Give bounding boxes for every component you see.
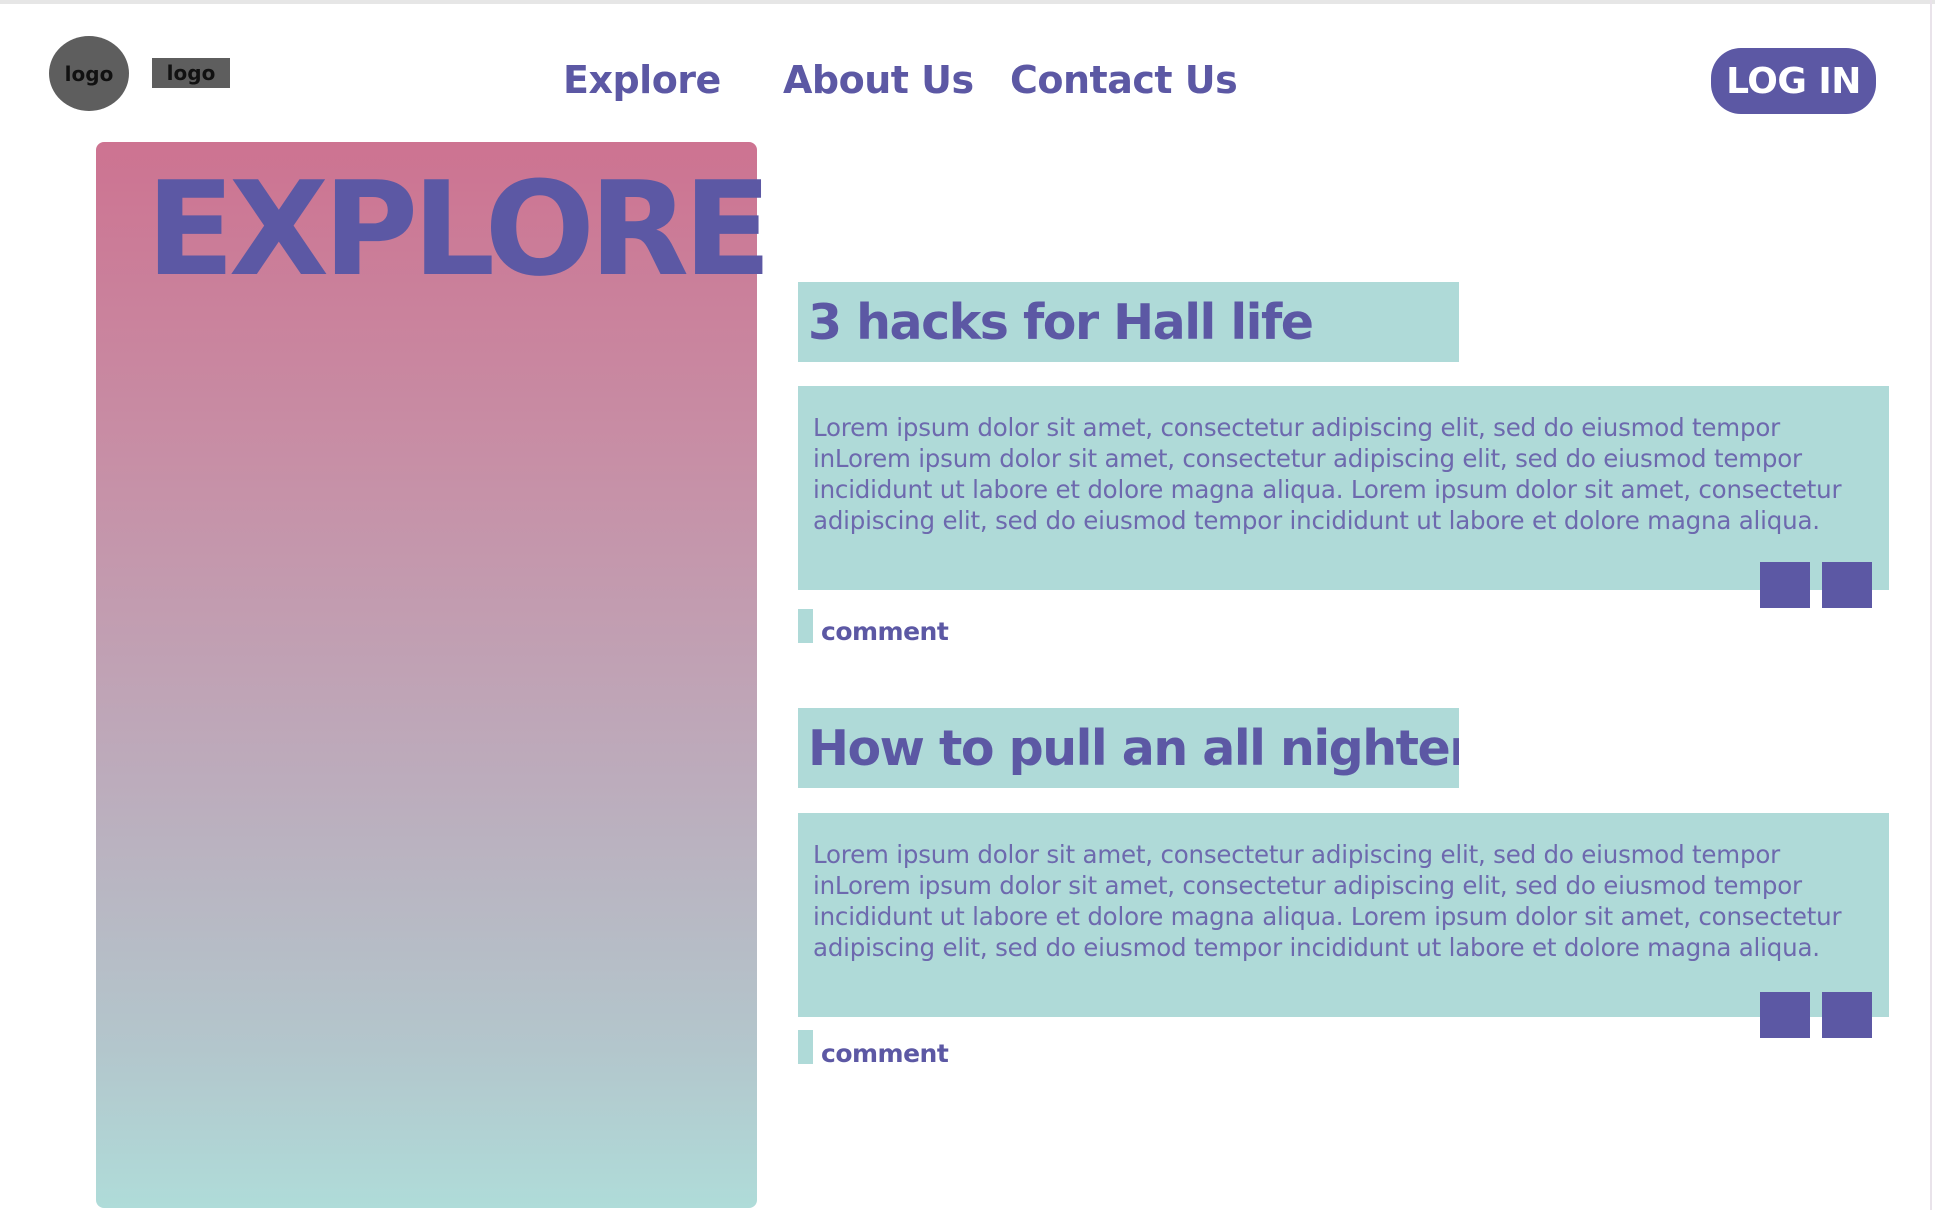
post-body: Lorem ipsum dolor sit amet, consectetur … <box>798 813 1889 1017</box>
post-action-button-2[interactable] <box>1822 562 1872 608</box>
nav-contact-us-link[interactable]: Contact Us <box>1010 58 1238 102</box>
post-action-button-2[interactable] <box>1822 992 1872 1038</box>
top-border <box>0 0 1935 4</box>
post-action-button-1[interactable] <box>1760 992 1810 1038</box>
right-border <box>1930 0 1932 1210</box>
nav-about-us-link[interactable]: About Us <box>783 58 974 102</box>
post-title[interactable]: How to pull an all nighter <box>798 708 1459 788</box>
post-action-button-1[interactable] <box>1760 562 1810 608</box>
comment-marker <box>798 1030 813 1064</box>
comment-marker <box>798 609 813 643</box>
explore-hero-panel: EXPLORE <box>96 142 772 1208</box>
login-button[interactable]: LOG IN <box>1711 48 1876 114</box>
comment-link[interactable]: comment <box>821 617 949 646</box>
hero-title: EXPLORE <box>146 153 772 305</box>
logo-wordmark[interactable]: logo <box>152 58 230 88</box>
nav-explore-link[interactable]: Explore <box>563 58 721 102</box>
logo-circle[interactable]: logo <box>49 36 129 111</box>
post-title[interactable]: 3 hacks for Hall life <box>798 282 1459 362</box>
comment-link[interactable]: comment <box>821 1039 949 1068</box>
post-body: Lorem ipsum dolor sit amet, consectetur … <box>798 386 1889 590</box>
